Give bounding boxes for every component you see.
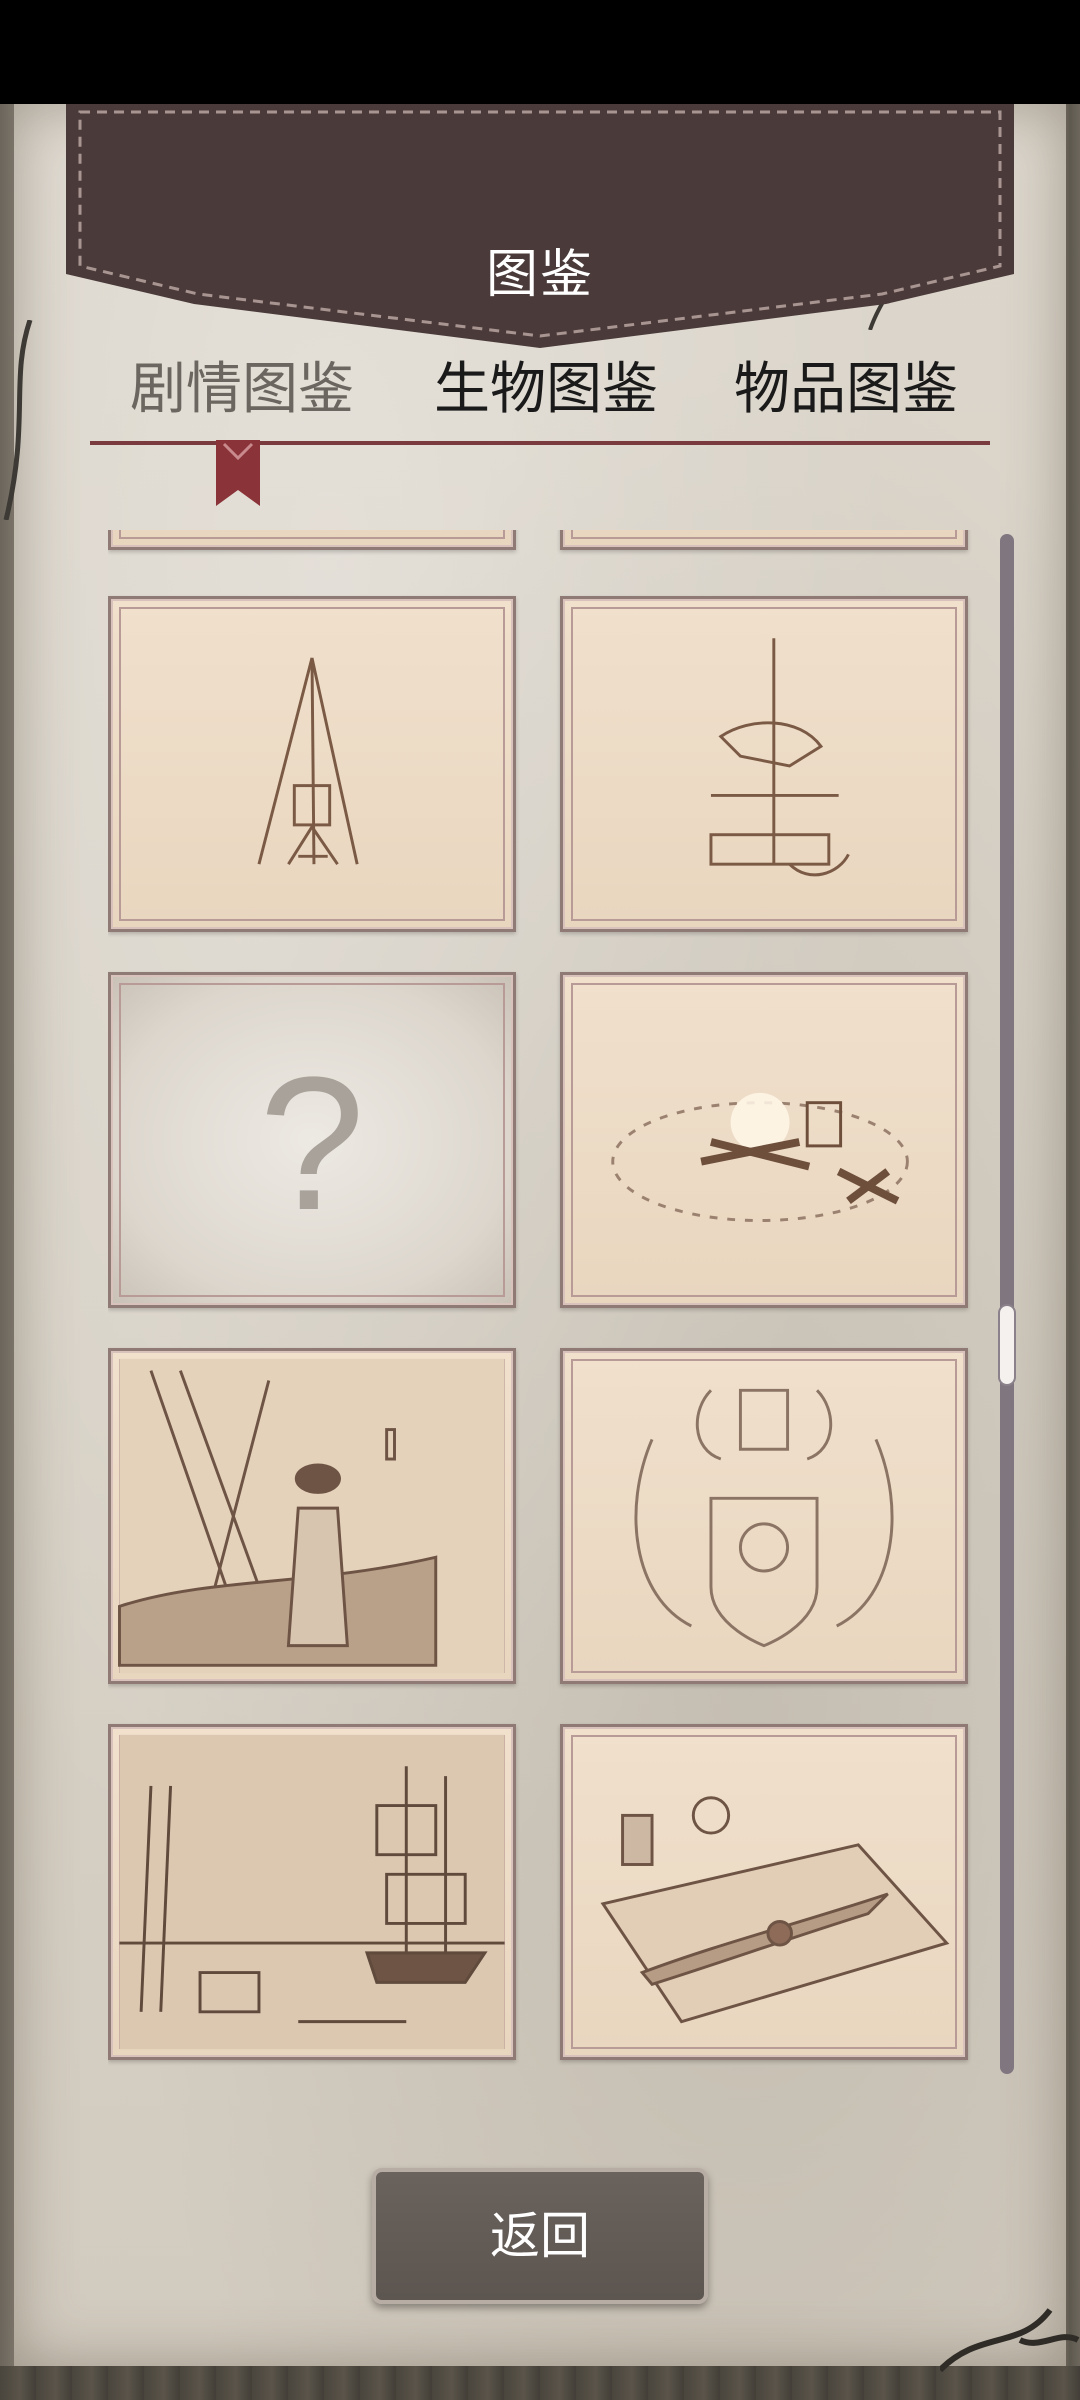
tripod-campfire-sketch-icon — [257, 657, 359, 866]
woman-on-ship-sketch-icon — [118, 1358, 505, 1674]
wood-frame-bottom — [0, 2366, 1080, 2400]
scrollbar-thumb[interactable] — [998, 1304, 1016, 1386]
vine-decoration-icon — [940, 2308, 1080, 2373]
letter-and-inkwell-sketch-icon — [600, 1796, 950, 2024]
tab-item-gallery[interactable]: 物品图鉴 — [734, 350, 958, 430]
pole-trap-sketch-icon — [709, 638, 850, 877]
campfire-circle-sketch-icon — [611, 1092, 909, 1223]
gallery-card-partial[interactable] — [108, 530, 516, 550]
tab-story-gallery[interactable]: 剧情图鉴 — [130, 350, 354, 430]
gallery-card-pole-trap[interactable] — [560, 596, 968, 932]
vine-decoration-icon — [3, 320, 33, 520]
gallery-card-dragon-crest[interactable] — [560, 1348, 968, 1684]
dragon-crest-sketch-icon — [634, 1388, 894, 1648]
tab-creature-gallery[interactable]: 生物图鉴 — [434, 350, 658, 430]
question-mark-icon: ? — [259, 1038, 365, 1250]
back-button-label: 返回 — [490, 2207, 590, 2265]
gallery-card-partial[interactable] — [560, 530, 968, 550]
page-title: 图鉴 — [485, 245, 594, 305]
gallery-card-locked[interactable]: ? — [108, 972, 516, 1308]
gallery-card-harbor[interactable] — [108, 1724, 516, 2060]
tab-bar: 剧情图鉴 生物图鉴 物品图鉴 — [90, 350, 990, 430]
back-button[interactable]: 返回 — [372, 2168, 708, 2304]
gallery-card-ship-woman[interactable] — [108, 1348, 516, 1684]
harbor-ship-sketch-icon — [119, 1734, 505, 2050]
gallery-card-campfire[interactable] — [560, 972, 968, 1308]
gallery-card-tripod[interactable] — [108, 596, 516, 932]
gallery-card-letter[interactable] — [560, 1724, 968, 2060]
header-banner — [66, 104, 1014, 348]
active-tab-bookmark-icon — [216, 440, 260, 506]
gallery-grid: ? — [108, 530, 972, 2070]
